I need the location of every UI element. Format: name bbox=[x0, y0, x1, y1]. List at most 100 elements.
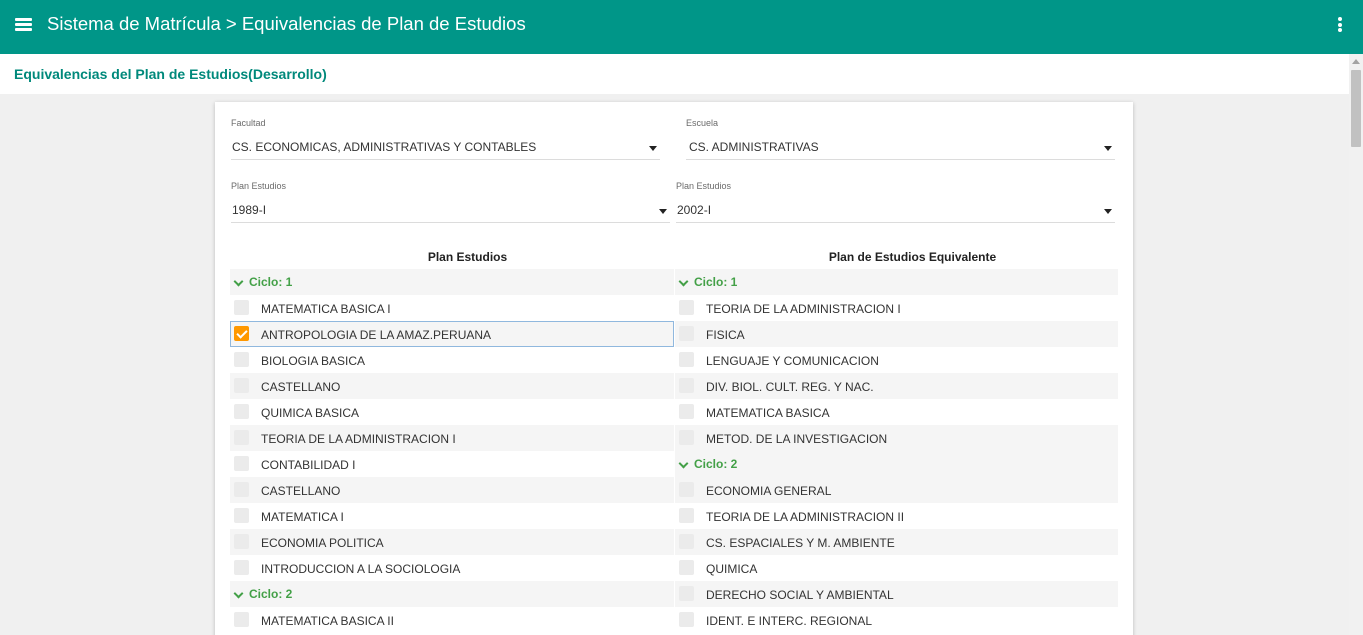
course-checkbox[interactable] bbox=[234, 456, 249, 471]
course-name: ECONOMIA GENERAL bbox=[706, 484, 832, 498]
plan-estudios-course-row[interactable]: MATEMATICA BASICA II bbox=[230, 607, 674, 633]
plan-equivalente-course-row[interactable]: METOD. DE LA INVESTIGACION bbox=[675, 425, 1118, 451]
plan-estudios-course-row[interactable]: BIOLOGIA BASICA bbox=[230, 347, 674, 373]
course-name: ECONOMIA POLITICA bbox=[261, 536, 384, 550]
plan-equivalente-course-row[interactable]: TEORIA DE LA ADMINISTRACION I bbox=[675, 295, 1118, 321]
cycle-label: Ciclo: 1 bbox=[694, 275, 738, 289]
course-checkbox[interactable] bbox=[234, 300, 249, 315]
course-checkbox[interactable] bbox=[234, 508, 249, 523]
course-checkbox[interactable] bbox=[679, 508, 694, 523]
chevron-down-icon bbox=[678, 458, 689, 469]
plan-equivalente-course-row[interactable]: FISICA bbox=[675, 321, 1118, 347]
plan-equivalente-cycle-header[interactable]: Ciclo: 2 bbox=[675, 451, 1118, 477]
plan-equivalente-course-row[interactable]: LENGUAJE Y COMUNICACION bbox=[675, 347, 1118, 373]
course-name: CASTELLANO bbox=[261, 484, 341, 498]
escuela-select[interactable]: CS. ADMINISTRATIVAS bbox=[686, 135, 1115, 160]
cycle-label: Ciclo: 2 bbox=[694, 457, 738, 471]
course-checkbox[interactable] bbox=[234, 534, 249, 549]
app-bar: Sistema de Matrícula > Equivalencias de … bbox=[0, 0, 1363, 54]
course-checkbox[interactable] bbox=[234, 404, 249, 419]
facultad-label: Facultad bbox=[231, 118, 266, 128]
course-checkbox[interactable] bbox=[234, 612, 249, 627]
escuela-label: Escuela bbox=[686, 118, 719, 128]
plan-estudios-course-row[interactable]: CASTELLANO bbox=[230, 477, 674, 503]
course-name: CONTABILIDAD I bbox=[261, 458, 356, 472]
facultad-value: CS. ECONOMICAS, ADMINISTRATIVAS Y CONTAB… bbox=[232, 140, 537, 154]
plan-equivalente-list: Ciclo: 1 TEORIA DE LA ADMINISTRACION I FIS… bbox=[675, 269, 1118, 633]
course-name: METOD. DE LA INVESTIGACION bbox=[706, 432, 888, 446]
course-name: IDENT. E INTERC. REGIONAL bbox=[706, 614, 873, 628]
course-checkbox[interactable] bbox=[679, 534, 694, 549]
dropdown-arrow-icon bbox=[1104, 146, 1112, 151]
course-name: MATEMATICA BASICA I bbox=[261, 302, 391, 316]
course-name: MATEMATICA I bbox=[261, 510, 344, 524]
course-checkbox[interactable] bbox=[679, 352, 694, 367]
chevron-down-icon bbox=[678, 276, 689, 287]
course-checkbox[interactable] bbox=[234, 482, 249, 497]
page-header: Equivalencias del Plan de Estudios(Desar… bbox=[0, 54, 1349, 94]
course-checkbox[interactable] bbox=[679, 378, 694, 393]
plan-estudios-course-row[interactable]: INTRODUCCION A LA SOCIOLOGIA bbox=[230, 555, 674, 581]
scroll-up-arrow-icon[interactable] bbox=[1352, 59, 1360, 64]
plan-equivalente-course-row[interactable]: MATEMATICA BASICA bbox=[675, 399, 1118, 425]
plan-estudios-cycle-header[interactable]: Ciclo: 1 bbox=[230, 269, 674, 295]
course-name: MATEMATICA BASICA II bbox=[261, 614, 394, 628]
course-checkbox[interactable] bbox=[679, 560, 694, 575]
plan-equivalente-label: Plan Estudios bbox=[676, 181, 732, 191]
cycle-label: Ciclo: 2 bbox=[249, 587, 293, 601]
dropdown-arrow-icon bbox=[1104, 209, 1112, 214]
course-name: ANTROPOLOGIA DE LA AMAZ.PERUANA bbox=[261, 328, 492, 342]
plan-equivalente-course-row[interactable]: ECONOMIA GENERAL bbox=[675, 477, 1118, 503]
course-name: MATEMATICA BASICA bbox=[706, 406, 830, 420]
course-checkbox[interactable] bbox=[679, 404, 694, 419]
dropdown-arrow-icon bbox=[649, 146, 657, 151]
course-name: DIV. BIOL. CULT. REG. Y NAC. bbox=[706, 380, 874, 394]
plan-estudios-cycle-header[interactable]: Ciclo: 2 bbox=[230, 581, 674, 607]
course-checkbox[interactable] bbox=[679, 300, 694, 315]
plan-equivalente-course-row[interactable]: DERECHO SOCIAL Y AMBIENTAL bbox=[675, 581, 1118, 607]
plan-equivalente-course-row[interactable]: CS. ESPACIALES Y M. AMBIENTE bbox=[675, 529, 1118, 555]
plan-equivalente-course-row[interactable]: DIV. BIOL. CULT. REG. Y NAC. bbox=[675, 373, 1118, 399]
course-name: LENGUAJE Y COMUNICACION bbox=[706, 354, 879, 368]
more-vertical-icon[interactable] bbox=[1333, 15, 1347, 35]
menu-icon[interactable] bbox=[15, 16, 33, 32]
plan-equivalente-cycle-header[interactable]: Ciclo: 1 bbox=[675, 269, 1118, 295]
plan-estudios-course-row[interactable]: CASTELLANO bbox=[230, 373, 674, 399]
course-checkbox[interactable] bbox=[234, 560, 249, 575]
plan-estudios-label: Plan Estudios bbox=[231, 181, 287, 191]
plan-equivalente-select[interactable]: 2002-I bbox=[676, 198, 1115, 223]
plan-estudios-course-row[interactable]: ANTROPOLOGIA DE LA AMAZ.PERUANA bbox=[230, 321, 674, 347]
plan-estudios-course-row[interactable]: CONTABILIDAD I bbox=[230, 451, 674, 477]
course-name: BIOLOGIA BASICA bbox=[261, 354, 366, 368]
scroll-thumb[interactable] bbox=[1351, 70, 1361, 147]
course-checkbox[interactable] bbox=[679, 326, 694, 341]
plan-estudios-select[interactable]: 1989-I bbox=[231, 198, 670, 223]
course-checkbox[interactable] bbox=[679, 430, 694, 445]
plan-estudios-course-row[interactable]: MATEMATICA BASICA I bbox=[230, 295, 674, 321]
plan-estudios-list: Ciclo: 1 MATEMATICA BASICA I ANTROPOLOGIA … bbox=[230, 269, 674, 633]
course-checkbox[interactable] bbox=[234, 378, 249, 393]
plan-estudios-course-row[interactable]: ECONOMIA POLITICA bbox=[230, 529, 674, 555]
plan-estudios-course-row[interactable]: MATEMATICA I bbox=[230, 503, 674, 529]
course-checkbox[interactable] bbox=[234, 326, 249, 341]
dropdown-arrow-icon bbox=[659, 209, 667, 214]
course-checkbox[interactable] bbox=[679, 612, 694, 627]
chevron-down-icon bbox=[233, 276, 244, 287]
course-checkbox[interactable] bbox=[234, 352, 249, 367]
plan-equivalente-course-row[interactable]: IDENT. E INTERC. REGIONAL bbox=[675, 607, 1118, 633]
plan-equivalente-course-row[interactable]: QUIMICA bbox=[675, 555, 1118, 581]
course-name: FISICA bbox=[706, 328, 745, 342]
facultad-select[interactable]: CS. ECONOMICAS, ADMINISTRATIVAS Y CONTAB… bbox=[231, 135, 660, 160]
course-name: QUIMICA bbox=[706, 562, 758, 576]
plan-estudios-course-row[interactable]: TEORIA DE LA ADMINISTRACION I bbox=[230, 425, 674, 451]
plan-equivalente-header: Plan de Estudios Equivalente bbox=[828, 250, 997, 264]
course-name: QUIMICA BASICA bbox=[261, 406, 360, 420]
app-title: Sistema de Matrícula > Equivalencias de … bbox=[47, 13, 526, 34]
course-checkbox[interactable] bbox=[234, 430, 249, 445]
chevron-down-icon bbox=[233, 588, 244, 599]
plan-equivalente-course-row[interactable]: TEORIA DE LA ADMINISTRACION II bbox=[675, 503, 1118, 529]
course-checkbox[interactable] bbox=[679, 482, 694, 497]
vertical-scrollbar[interactable] bbox=[1349, 54, 1363, 635]
course-checkbox[interactable] bbox=[679, 586, 694, 601]
plan-estudios-course-row[interactable]: QUIMICA BASICA bbox=[230, 399, 674, 425]
